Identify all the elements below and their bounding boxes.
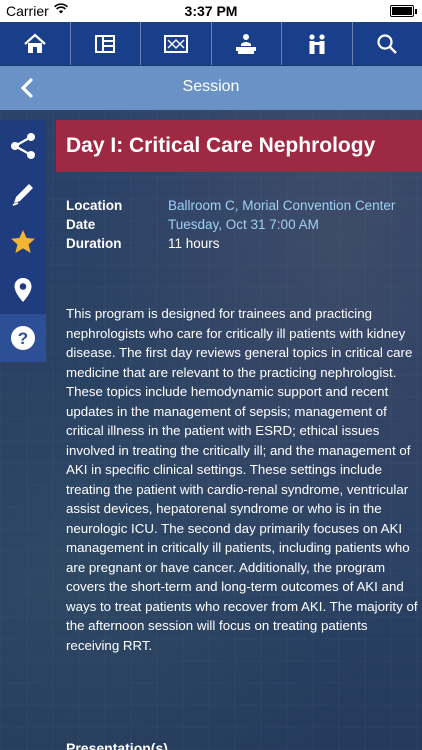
map-button[interactable] — [141, 22, 212, 65]
date-label: Date — [66, 217, 96, 232]
location-pin-icon — [14, 278, 32, 302]
exhibitors-button[interactable] — [212, 22, 282, 65]
duration-row: Duration 11 hours — [66, 236, 416, 255]
map-icon — [163, 34, 188, 53]
location-row: Location Ballroom C, Morial Convention C… — [66, 198, 416, 217]
location-button[interactable] — [0, 266, 46, 314]
favorite-button[interactable] — [0, 218, 46, 266]
duration-value: 11 hours — [168, 236, 220, 251]
search-button[interactable] — [353, 22, 422, 65]
schedule-icon — [95, 34, 116, 53]
session-title: Day I: Critical Care Nephrology — [66, 134, 376, 157]
exhibitor-icon — [236, 33, 257, 54]
home-icon — [24, 33, 46, 53]
attendees-button[interactable] — [282, 22, 353, 65]
date-link[interactable]: Tuesday, Oct 31 7:00 AM — [168, 217, 319, 232]
edit-note-icon — [12, 184, 33, 206]
schedule-button[interactable] — [71, 22, 141, 65]
date-row: Date Tuesday, Oct 31 7:00 AM — [66, 217, 416, 236]
svg-text:?: ? — [18, 329, 28, 348]
duration-label: Duration — [66, 236, 122, 251]
help-button[interactable]: ? — [0, 314, 46, 362]
session-action-bar: ? — [0, 120, 46, 362]
battery-icon — [390, 5, 417, 17]
presentations-heading: Presentation(s) — [66, 740, 168, 750]
session-title-banner: Day I: Critical Care Nephrology — [56, 120, 422, 172]
attendees-icon — [309, 33, 325, 54]
status-time: 3:37 PM — [184, 3, 238, 19]
status-bar: Carrier 3:37 PM — [0, 0, 422, 22]
page-header: Session — [0, 66, 422, 110]
location-label: Location — [66, 198, 123, 213]
session-description: This program is designed for trainees an… — [66, 306, 418, 653]
page-title: Session — [182, 78, 240, 95]
add-note-button[interactable] — [0, 170, 46, 218]
share-button[interactable] — [0, 122, 46, 170]
favorite-star-icon — [11, 230, 35, 253]
location-link[interactable]: Ballroom C, Morial Convention Center — [168, 198, 395, 213]
home-button[interactable] — [0, 22, 71, 65]
session-info: Location Ballroom C, Morial Convention C… — [66, 198, 416, 255]
help-icon: ? — [11, 326, 35, 350]
search-icon — [377, 33, 398, 54]
share-icon — [11, 133, 35, 159]
top-navigation — [0, 22, 422, 66]
